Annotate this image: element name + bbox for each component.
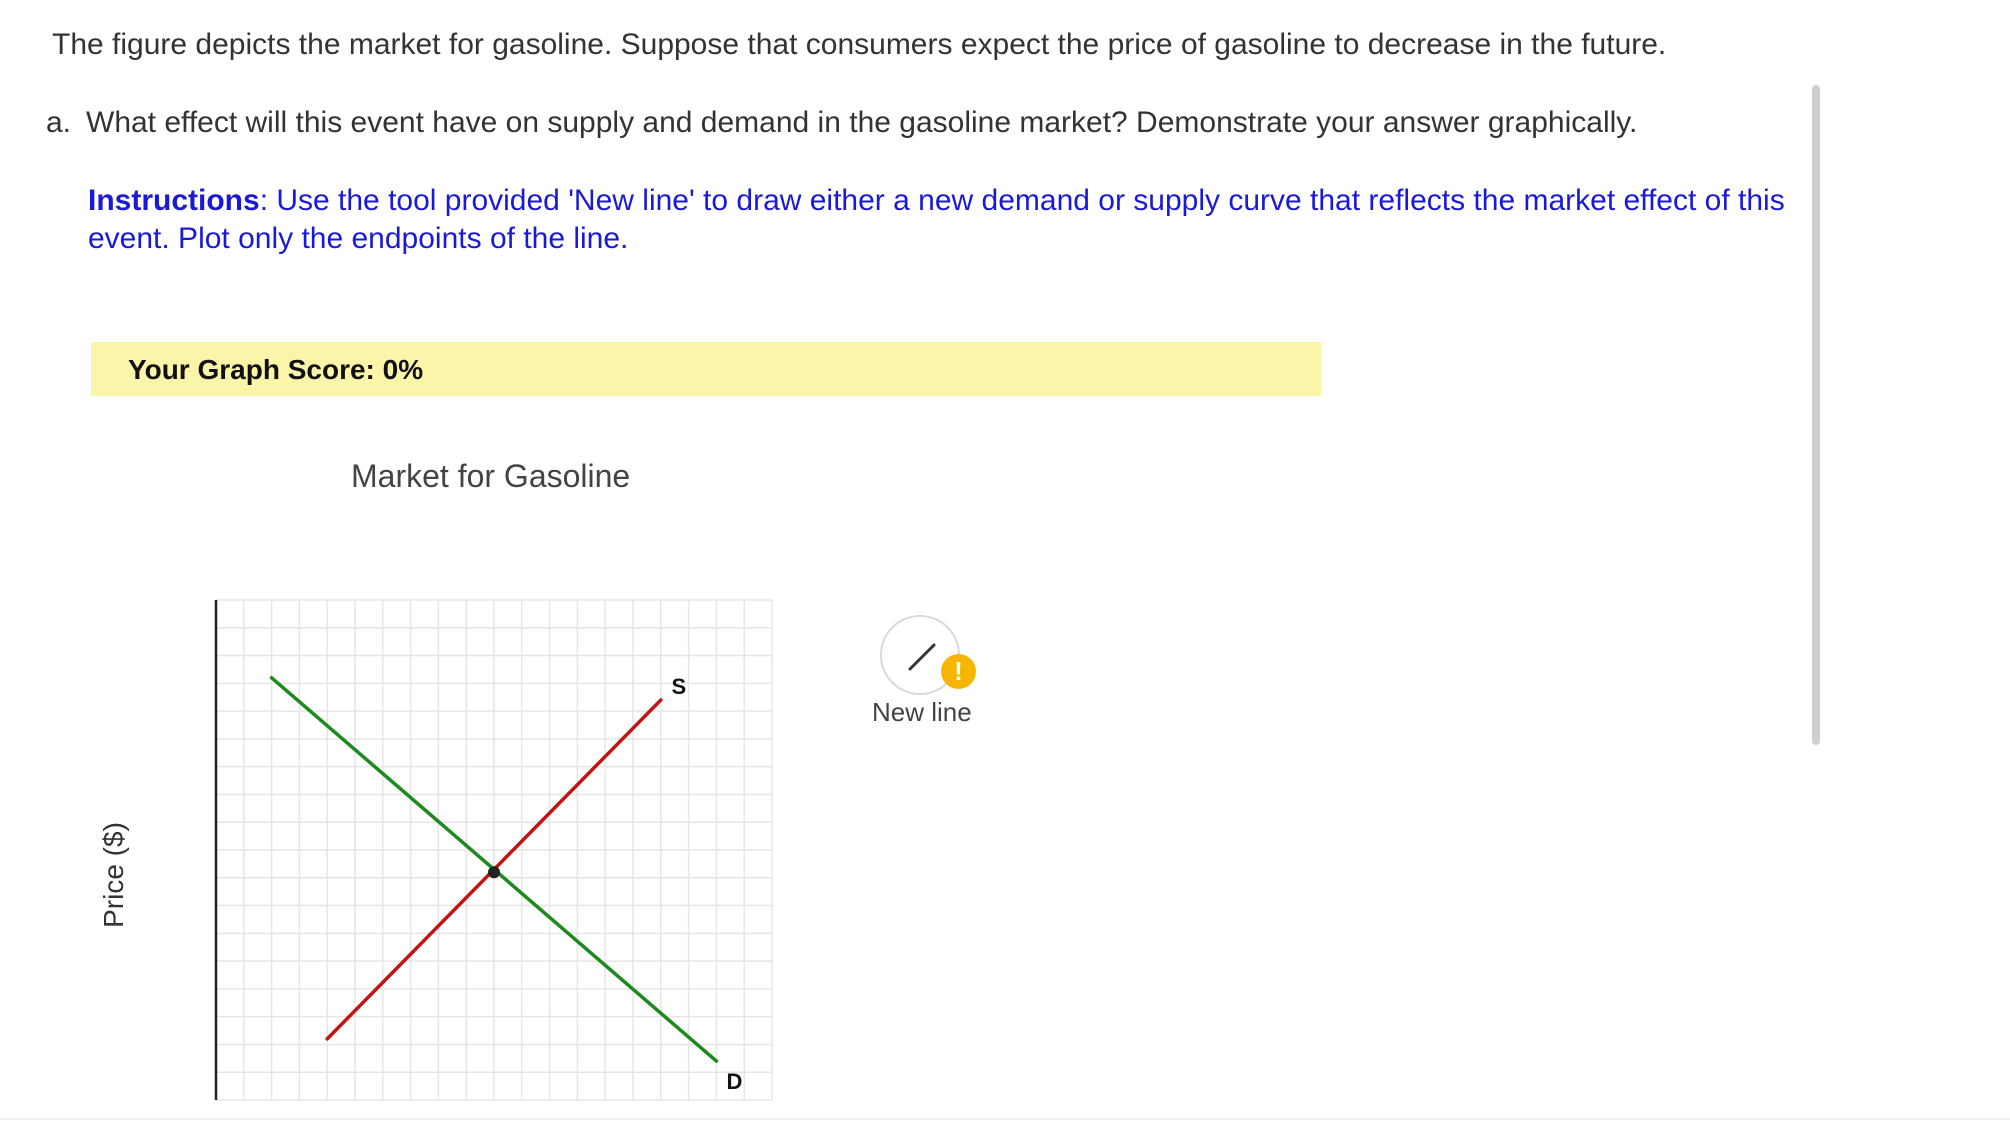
- graph-score-banner: Your Graph Score: 0%: [91, 342, 1321, 396]
- equilibrium-point[interactable]: [488, 866, 500, 879]
- part-a-text: What effect will this event have on supp…: [86, 106, 1638, 139]
- instructions-text: : Use the tool provided 'New line' to dr…: [88, 184, 1785, 255]
- part-a-question: a. What effect will this event have on su…: [46, 104, 1637, 142]
- bottom-divider: [0, 1118, 2010, 1120]
- graph-score-text: Your Graph Score: 0%: [128, 354, 424, 385]
- part-a-marker: a.: [46, 106, 72, 139]
- y-axis-label: Price ($): [98, 822, 129, 928]
- vertical-scrollbar[interactable]: [1812, 85, 1820, 745]
- pencil-icon: [908, 643, 936, 671]
- new-line-tool-button[interactable]: !: [880, 615, 976, 695]
- market-graph[interactable]: SD: [200, 590, 780, 1120]
- new-line-tool-label: New line: [872, 697, 972, 727]
- supply-label: S: [671, 674, 686, 699]
- question-text: The figure depicts the market for gasoli…: [52, 28, 1667, 61]
- warning-icon: !: [941, 654, 976, 689]
- instructions-label: Instructions: [88, 184, 260, 217]
- instructions: Instructions: Use the tool provided 'New…: [88, 182, 1808, 258]
- demand-label: D: [726, 1069, 742, 1094]
- graph-title: Market for Gasoline: [351, 458, 631, 494]
- grid: [215, 599, 773, 1101]
